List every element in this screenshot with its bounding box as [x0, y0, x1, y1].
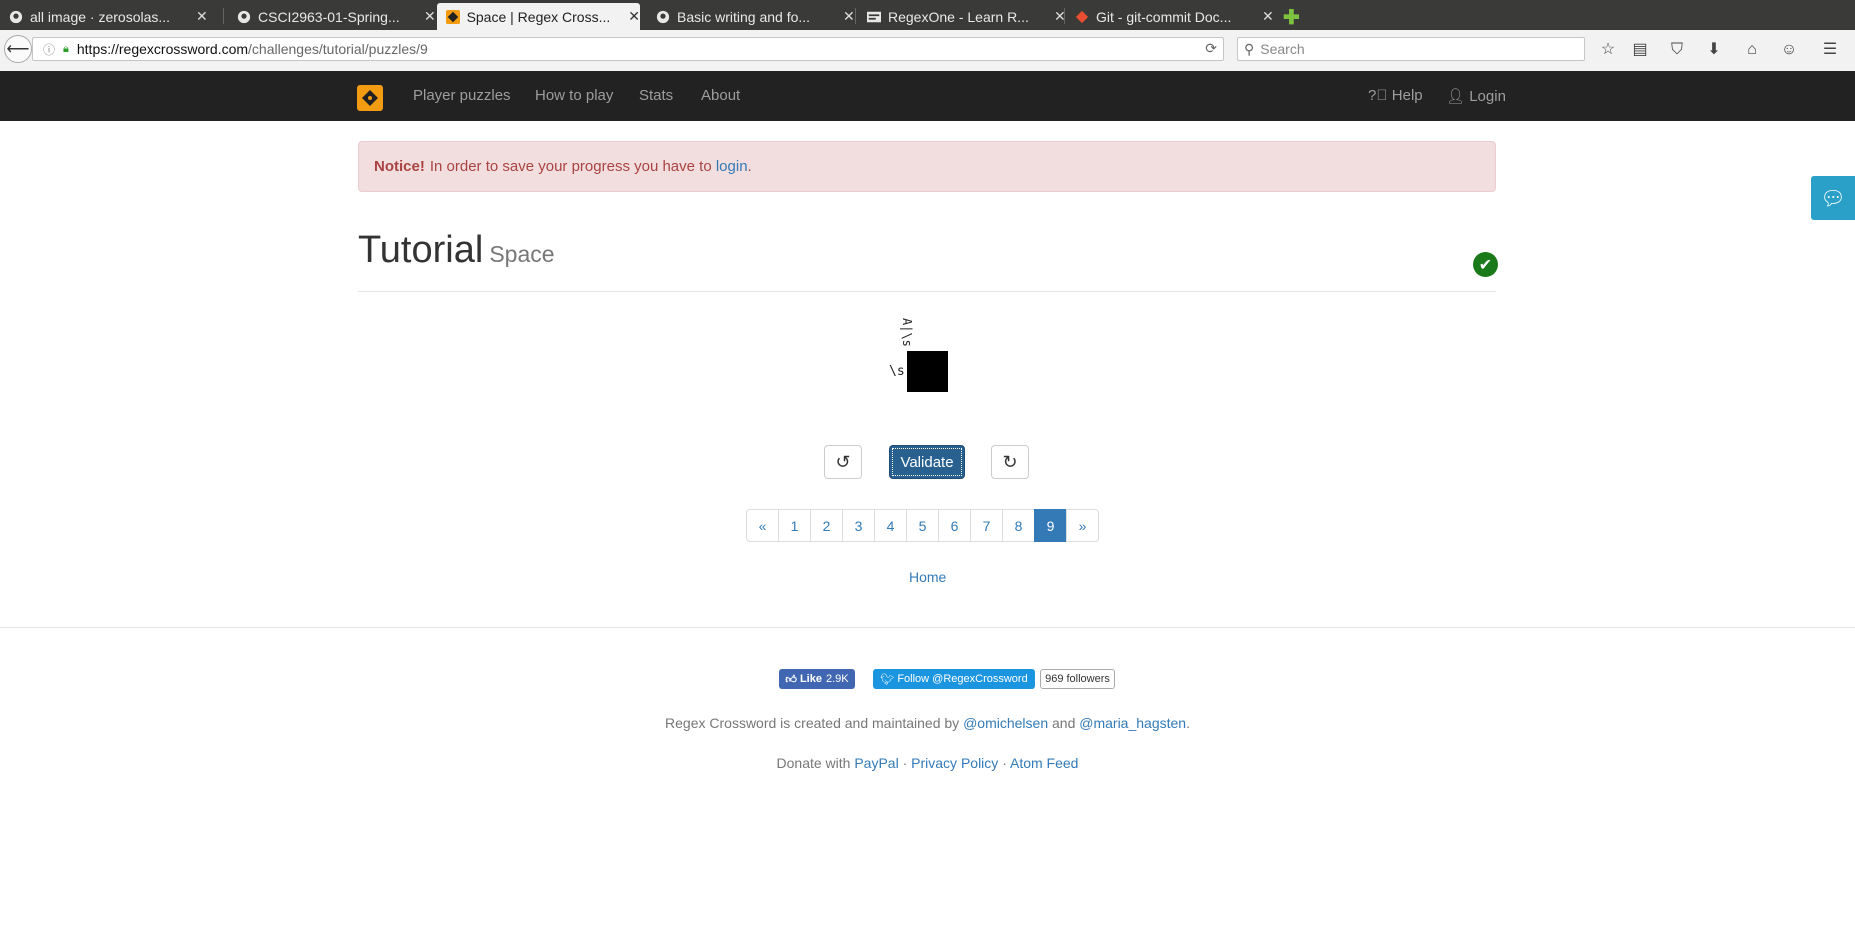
nav-about[interactable]: About	[701, 87, 740, 104]
page-title: Tutorial Space	[358, 229, 555, 271]
info-icon[interactable]: ⓘ	[43, 41, 55, 58]
home-icon[interactable]: ⌂	[1742, 40, 1762, 60]
twitter-bird-icon: 🐦︎	[880, 673, 895, 686]
privacy-policy-link[interactable]: Privacy Policy	[911, 755, 998, 771]
user-icon: 👤︎	[1446, 88, 1466, 105]
facebook-like-button[interactable]: 👍︎ Like 2.9K	[779, 669, 855, 689]
url-bar[interactable]: ⓘ 🔒︎ https://regexcrossword.com/challeng…	[32, 37, 1224, 61]
pagination-page-1[interactable]: 1	[778, 509, 811, 542]
paypal-link[interactable]: PayPal	[854, 755, 898, 771]
feedback-chat-icon[interactable]: 💬︎	[1811, 176, 1855, 220]
url-text: https://regexcrossword.com/challenges/tu…	[76, 41, 428, 57]
search-placeholder: Search	[1260, 41, 1305, 57]
site-navbar: Player puzzles How to play Stats About ?…	[0, 71, 1855, 121]
site-logo-icon[interactable]	[357, 85, 383, 111]
pagination-page-7[interactable]: 7	[970, 509, 1003, 542]
validate-button[interactable]: Validate	[889, 445, 965, 479]
close-icon[interactable]: ✕	[196, 8, 208, 25]
back-arrow-icon[interactable]: ⟵	[4, 35, 32, 63]
close-icon[interactable]: ✕	[1262, 8, 1274, 25]
page-subtitle: Space	[489, 241, 555, 267]
pagination-page-3[interactable]: 3	[842, 509, 875, 542]
thumbs-up-icon: 👍︎	[785, 673, 797, 686]
question-circle-icon: ?⃝	[1368, 87, 1388, 104]
pagination-page-5[interactable]: 5	[906, 509, 939, 542]
notice-login-link[interactable]: login	[716, 158, 748, 175]
regexone-icon	[866, 9, 882, 25]
close-icon[interactable]: ✕	[424, 8, 436, 25]
search-input[interactable]: ⚲ Search	[1237, 37, 1585, 61]
twitter-follow-button[interactable]: 🐦︎ Follow @RegexCrossword	[873, 669, 1035, 689]
close-icon[interactable]: ✕	[843, 8, 855, 25]
divider	[358, 291, 1496, 292]
browser-tab[interactable]: RegexOne - Learn R... ✕	[858, 3, 1066, 30]
row-clue: \s	[889, 364, 905, 379]
reading-list-icon[interactable]: ▤	[1630, 40, 1650, 60]
pagination-page-9[interactable]: 9	[1034, 509, 1067, 542]
tab-title: Basic writing and fo...	[677, 8, 811, 25]
regexcrossword-icon	[445, 9, 461, 25]
pagination-page-4[interactable]: 4	[874, 509, 907, 542]
tab-title: CSCI2963-01-Spring...	[258, 8, 400, 25]
notice-alert: Notice! In order to save your progress y…	[358, 141, 1496, 192]
bookmark-star-icon[interactable]: ☆	[1598, 40, 1618, 60]
github-icon	[655, 9, 671, 25]
tab-title: all image · zerosolas...	[30, 8, 171, 25]
new-tab-icon[interactable]: ✚	[1283, 5, 1300, 30]
redo-button[interactable]: ↻	[991, 445, 1029, 479]
browser-toolbar: ⟵ ⓘ 🔒︎ https://regexcrossword.com/challe…	[0, 30, 1855, 72]
tab-title: Git - git-commit Doc...	[1096, 8, 1232, 25]
puzzle-cell[interactable]	[907, 351, 948, 392]
pagination: « 1 2 3 4 5 6 7 8 9 »	[746, 509, 1099, 542]
browser-tab-strip: all image · zerosolas... ✕ CSCI2963-01-S…	[0, 0, 1855, 30]
close-icon[interactable]: ✕	[628, 8, 640, 25]
nav-how-to-play[interactable]: How to play	[535, 87, 613, 104]
git-icon	[1074, 9, 1090, 25]
download-icon[interactable]: ⬇	[1704, 40, 1724, 60]
undo-icon: ↺	[835, 451, 851, 472]
footer-links: Donate with PayPal · Privacy Policy · At…	[776, 755, 1079, 771]
github-icon	[8, 9, 24, 25]
redo-icon: ↻	[1002, 451, 1018, 472]
divider	[0, 627, 1855, 628]
browser-tab[interactable]: CSCI2963-01-Spring... ✕	[228, 3, 436, 30]
author-omichelsen-link[interactable]: @omichelsen	[963, 715, 1048, 731]
tab-title: Space | Regex Cross...	[466, 8, 611, 25]
notice-text: In order to save your progress you have …	[429, 158, 712, 175]
pagination-page-2[interactable]: 2	[810, 509, 843, 542]
chat-icon[interactable]: ☺	[1779, 40, 1799, 60]
tab-title: RegexOne - Learn R...	[888, 8, 1029, 25]
pagination-prev[interactable]: «	[746, 509, 779, 542]
pagination-page-8[interactable]: 8	[1002, 509, 1035, 542]
browser-tab-active[interactable]: Space | Regex Cross... ✕	[437, 3, 640, 30]
twitter-follower-count[interactable]: 969 followers	[1040, 669, 1115, 689]
atom-feed-link[interactable]: Atom Feed	[1010, 755, 1078, 771]
browser-tab[interactable]: Git - git-commit Doc... ✕	[1066, 3, 1274, 30]
browser-tab[interactable]: all image · zerosolas... ✕	[0, 3, 208, 30]
undo-button[interactable]: ↺	[824, 445, 862, 479]
lock-icon: 🔒︎	[63, 42, 69, 55]
solved-check-icon: ✔	[1473, 252, 1498, 277]
nav-help[interactable]: ?⃝ Help	[1368, 87, 1423, 104]
nav-stats[interactable]: Stats	[639, 87, 673, 104]
menu-icon[interactable]: ☰	[1820, 40, 1840, 60]
notice-label: Notice!	[374, 158, 425, 175]
reload-icon[interactable]: ⟳	[1205, 40, 1217, 57]
facebook-like-count: 2.9K	[825, 673, 849, 685]
search-icon: ⚲	[1244, 40, 1255, 57]
author-maria-hagsten-link[interactable]: @maria_hagsten	[1079, 715, 1186, 731]
nav-login[interactable]: 👤︎ Login	[1446, 87, 1506, 105]
pocket-icon[interactable]: ⛉	[1667, 40, 1687, 60]
pagination-page-6[interactable]: 6	[938, 509, 971, 542]
github-icon	[236, 9, 252, 25]
column-clue: A|\s	[900, 318, 914, 347]
pagination-next[interactable]: »	[1066, 509, 1099, 542]
browser-tab[interactable]: Basic writing and fo... ✕	[647, 3, 855, 30]
footer-credits: Regex Crossword is created and maintaine…	[665, 715, 1190, 731]
nav-player-puzzles[interactable]: Player puzzles	[413, 87, 511, 104]
home-link[interactable]: Home	[909, 569, 946, 585]
